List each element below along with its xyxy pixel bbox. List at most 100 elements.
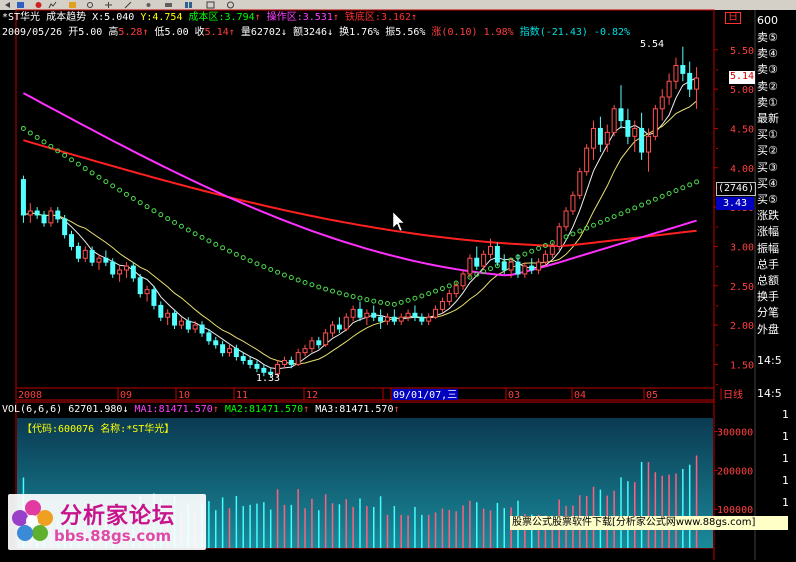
cost-zone-dot xyxy=(330,288,336,294)
candle-body xyxy=(426,316,432,322)
cost-zone-dot xyxy=(652,196,658,202)
candle-body xyxy=(165,312,171,318)
candle-body xyxy=(494,245,500,263)
quote-field-label: 卖④ xyxy=(757,47,778,61)
candle-body xyxy=(62,218,68,236)
name-value: *ST华光 xyxy=(126,424,165,435)
cost-zone-dot xyxy=(151,208,157,214)
candlestick-layer xyxy=(20,46,700,378)
cost-zone-dot xyxy=(343,292,349,298)
volume-tick-label: 100000 xyxy=(717,505,753,516)
cost-zone-dot xyxy=(117,187,123,193)
cost-zone-dot xyxy=(405,297,411,303)
candle-body xyxy=(55,210,61,220)
quote-field-label: 涨跌 xyxy=(757,209,779,223)
candle-body xyxy=(542,253,548,263)
download-banner[interactable]: 股票公式股票软件下载[分析家公式网www.88gs.com] xyxy=(510,516,788,530)
time-2: 14:5 xyxy=(757,387,782,400)
candle-body xyxy=(172,312,178,326)
op-value: 3.531 xyxy=(302,12,333,23)
candle-body xyxy=(673,65,679,82)
cost-zone-dot xyxy=(604,216,610,222)
cost-zone-dot xyxy=(233,251,239,257)
cost-zone-dot xyxy=(378,299,384,305)
vol-value: 62702 xyxy=(250,27,281,38)
banner-text[interactable]: 股票公式股票软件下载[分析家公式网www.88gs.com] xyxy=(512,517,755,528)
cost-zone-dot xyxy=(419,293,425,299)
cost-zone-dot xyxy=(439,286,445,292)
candle-body xyxy=(446,293,452,302)
op-label: 操作区: xyxy=(266,12,303,23)
candle-body xyxy=(247,359,253,365)
right-panel-top: 600 xyxy=(757,14,778,27)
cost-arrow: ↑ xyxy=(254,12,261,23)
change-label: 涨 xyxy=(431,27,442,38)
cost-zone-dot xyxy=(165,216,171,222)
quote-field-label: 买⑤ xyxy=(757,193,778,206)
date-tick-label: 11 xyxy=(236,390,248,401)
cost-zone-dot xyxy=(611,214,617,220)
op-arrow: ↑ xyxy=(332,12,339,23)
cost-zone-dot xyxy=(323,286,329,292)
candle-body xyxy=(645,135,651,153)
volume-tick-label: 300000 xyxy=(717,428,753,439)
vol-ma2-label: MA2: xyxy=(224,404,249,415)
iron-value: 3.162 xyxy=(380,12,412,23)
candle-body xyxy=(281,359,287,365)
time-1: 14:5 xyxy=(757,354,782,367)
cost-label: 成本区: xyxy=(188,12,225,23)
candle-body xyxy=(233,348,239,358)
cost-zone-dot xyxy=(82,166,88,172)
quote-field-label: 最新 xyxy=(757,112,779,125)
cost-zone-dot xyxy=(694,179,700,185)
cost-zone-dot xyxy=(618,211,624,217)
date-tick-label: 2008 xyxy=(18,390,42,401)
cost-zone-dot xyxy=(144,204,150,210)
cost-zone-dot xyxy=(281,272,287,278)
cost-zone-dot xyxy=(96,174,102,180)
iron-arrow: ↑ xyxy=(411,12,418,23)
amount-value: 3246 xyxy=(302,27,328,38)
candle-body xyxy=(82,249,88,259)
cost-zone-dot xyxy=(199,234,205,240)
chart-canvas[interactable]: 5.505.004.504.003.503.002.502.001.503000… xyxy=(0,0,796,562)
cost-zone-dot xyxy=(666,190,672,196)
close-value: 5.14 xyxy=(204,27,229,38)
indicator-name: 成本趋势 xyxy=(46,12,87,23)
cost-zone-dot xyxy=(371,298,377,304)
candle-body xyxy=(206,332,212,342)
x-value: 5.040 xyxy=(104,12,135,23)
candle-body xyxy=(226,348,232,354)
candle-body xyxy=(549,245,555,255)
cost-zone-dot xyxy=(591,222,597,228)
candle-body xyxy=(110,261,116,275)
turnover-value: 1.76% xyxy=(349,27,380,38)
candle-body xyxy=(316,340,322,346)
candle-body xyxy=(515,261,521,275)
candle-body xyxy=(137,277,143,295)
date-tick-label: 09/01/07,三 xyxy=(393,390,457,401)
change-value: (0.10) xyxy=(441,27,478,38)
cost-zone-dot xyxy=(69,157,75,163)
cost-zone-dot xyxy=(488,266,494,272)
candle-body xyxy=(48,210,54,224)
cost-zone-dot xyxy=(220,245,226,251)
cost-zone-dot xyxy=(309,282,315,288)
cost-zone-dot xyxy=(247,258,253,264)
iron-label: 铁底区: xyxy=(344,12,381,23)
candle-body xyxy=(439,300,445,310)
candle-body xyxy=(584,147,590,173)
candle-body xyxy=(364,312,370,318)
quote-field-label: 卖③ xyxy=(757,63,778,77)
period-badge[interactable]: 日 xyxy=(725,12,741,24)
candle-body xyxy=(460,273,466,287)
candle-body xyxy=(625,120,631,137)
operation-zone-line xyxy=(22,92,697,277)
tick-volume-value: 1 xyxy=(782,452,789,465)
date-tick-label: 05 xyxy=(646,390,658,401)
candle-body xyxy=(261,367,267,373)
x-label: X: xyxy=(92,12,105,23)
date-tick-label: 日线 xyxy=(723,388,743,401)
cost-zone-dot xyxy=(529,248,535,254)
volume-tick-label: 200000 xyxy=(717,466,753,477)
